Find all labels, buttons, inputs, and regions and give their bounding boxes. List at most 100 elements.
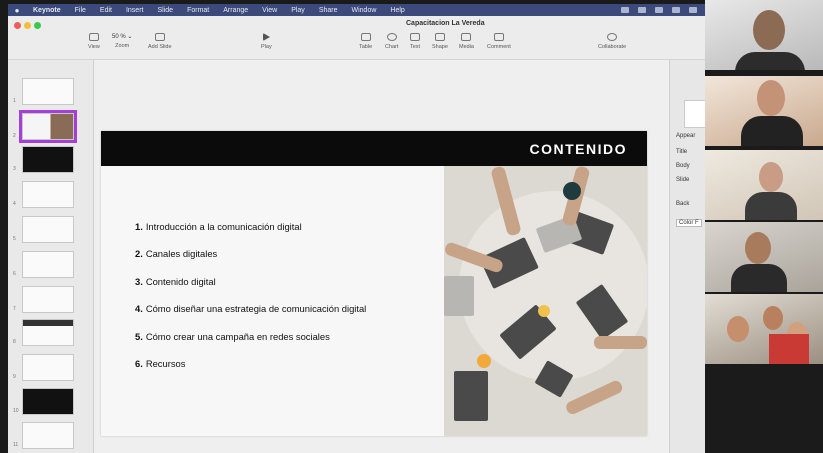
menu-window[interactable]: Window <box>345 7 384 14</box>
participant-video[interactable] <box>705 76 823 146</box>
chart-button[interactable]: Chart <box>385 33 398 50</box>
collaborate-label: Collaborate <box>598 44 627 50</box>
menu-insert[interactable]: Insert <box>119 7 151 14</box>
status-app-icon[interactable] <box>655 7 663 13</box>
slide-number: 8 <box>13 339 16 345</box>
table-label: Table <box>359 44 373 50</box>
play-icon <box>262 33 270 41</box>
fullscreen-window-button[interactable] <box>34 22 41 29</box>
window-title: Capacitacion La Vereda <box>406 20 485 27</box>
media-button[interactable]: Media <box>459 33 474 50</box>
list-item-number: 1. <box>135 221 143 232</box>
participant-face <box>757 80 785 116</box>
media-label: Media <box>459 44 474 50</box>
inspector-appearance-label: Appear <box>676 133 696 139</box>
table-button[interactable]: Table <box>359 33 372 50</box>
menu-play[interactable]: Play <box>284 7 312 14</box>
slide-number: 6 <box>13 271 16 277</box>
menu-keynote[interactable]: Keynote <box>26 7 68 14</box>
list-item-text: Cómo crear una campaña en redes sociales <box>145 330 330 342</box>
menu-format[interactable]: Format <box>180 7 216 14</box>
inspector-color-fill-select[interactable]: Color F <box>676 219 702 227</box>
participant-face <box>753 10 785 50</box>
status-app-icon[interactable] <box>638 7 646 13</box>
list-item-text: Introducción a la comunicación digital <box>145 221 302 232</box>
zoom-label: Zoom <box>115 43 130 49</box>
slide-title[interactable]: CONTENIDO <box>530 141 628 157</box>
menu-view[interactable]: View <box>255 7 284 14</box>
wifi-icon[interactable] <box>689 7 697 13</box>
video-call-strip <box>705 0 823 453</box>
menu-share[interactable]: Share <box>312 7 345 14</box>
slide-thumbnail[interactable]: 7 <box>13 286 74 313</box>
list-item-text: Recursos <box>145 357 186 369</box>
slide-number: 10 <box>13 408 19 414</box>
play-button[interactable]: Play <box>261 33 272 50</box>
slide-number: 9 <box>13 374 16 380</box>
slide-navigator: 1 2 3 4 5 6 7 8 9 10 11 <box>8 60 94 453</box>
slide-thumbnail[interactable]: 9 <box>13 354 74 381</box>
slide-thumbnail[interactable]: 6 <box>13 251 74 278</box>
comment-button[interactable]: Comment <box>487 33 511 50</box>
status-app-icon[interactable] <box>621 7 629 13</box>
participant-body <box>745 192 797 220</box>
toolbar: Capacitacion La Vereda View 50 % ⌄ Zoom … <box>8 16 705 60</box>
chart-label: Chart <box>385 44 399 50</box>
comment-icon <box>493 33 504 41</box>
slide-thumbnail[interactable]: 3 <box>13 146 74 173</box>
participant-video[interactable] <box>705 294 823 364</box>
inspector-body-checkbox[interactable]: Body <box>676 163 690 169</box>
slide-thumbnail[interactable]: 5 <box>13 216 74 243</box>
list-item: 1. Introducción a la comunicación digital <box>135 221 366 248</box>
battery-icon[interactable] <box>672 7 680 13</box>
slide-thumbnail[interactable]: 10 <box>13 388 74 415</box>
slide-canvas[interactable]: CONTENIDO 1. Introducción a la comunicaci… <box>94 60 669 453</box>
current-slide[interactable]: CONTENIDO 1. Introducción a la comunicaci… <box>101 131 647 436</box>
close-window-button[interactable] <box>14 22 21 29</box>
list-item-number: 2. <box>135 248 143 260</box>
add-slide-icon <box>154 33 165 41</box>
menu-arrange[interactable]: Arrange <box>216 7 255 14</box>
menu-file[interactable]: File <box>68 7 93 14</box>
slide-thumbnail[interactable]: 4 <box>13 181 74 208</box>
keynote-window: Capacitacion La Vereda View 50 % ⌄ Zoom … <box>8 16 706 453</box>
minimize-window-button[interactable] <box>24 22 31 29</box>
slide-number: 1 <box>13 98 16 104</box>
slide-number: 2 <box>13 133 16 139</box>
text-label: Text <box>410 44 421 50</box>
participant-video[interactable] <box>705 222 823 292</box>
view-label: View <box>88 44 100 50</box>
shape-button[interactable]: Shape <box>432 33 448 50</box>
zoom-control[interactable]: 50 % ⌄ Zoom <box>112 33 132 49</box>
view-button[interactable]: View <box>88 33 100 50</box>
inspector-title-checkbox[interactable]: Title <box>676 149 687 155</box>
list-item-text: Contenido digital <box>145 275 216 287</box>
menu-bar: ● Keynote File Edit Insert Slide Format … <box>8 4 705 16</box>
menu-help[interactable]: Help <box>383 7 411 14</box>
text-button[interactable]: Text <box>410 33 420 50</box>
laptops-table-photo[interactable] <box>444 166 647 436</box>
slide-number: 5 <box>13 236 16 242</box>
slide-number: 11 <box>13 442 19 448</box>
slide-header-bar: CONTENIDO <box>101 131 647 166</box>
participant-body <box>735 52 805 70</box>
slide-thumbnail[interactable]: 1 <box>13 78 74 105</box>
slide-number: 4 <box>13 201 16 207</box>
participant-video[interactable] <box>705 0 823 70</box>
menu-edit[interactable]: Edit <box>93 7 119 14</box>
participant-video[interactable] <box>705 150 823 220</box>
play-label: Play <box>261 44 272 50</box>
collaborate-button[interactable]: Collaborate <box>598 33 626 50</box>
slide-thumbnail[interactable]: 8 <box>13 319 74 346</box>
apple-menu-icon[interactable]: ● <box>8 6 26 15</box>
inspector-slide-number-checkbox[interactable]: Slide <box>676 177 689 183</box>
content-list[interactable]: 1. Introducción a la comunicación digital… <box>135 221 366 385</box>
table-icon <box>360 33 371 41</box>
inspector-background-label: Back <box>676 201 690 207</box>
participant-face <box>759 162 783 192</box>
add-slide-button[interactable]: Add Slide <box>148 33 172 50</box>
slide-thumbnail-selected[interactable]: 2 <box>13 110 77 143</box>
shape-label: Shape <box>432 44 448 50</box>
slide-thumbnail[interactable]: 11 <box>13 422 74 449</box>
menu-slide[interactable]: Slide <box>150 7 180 14</box>
